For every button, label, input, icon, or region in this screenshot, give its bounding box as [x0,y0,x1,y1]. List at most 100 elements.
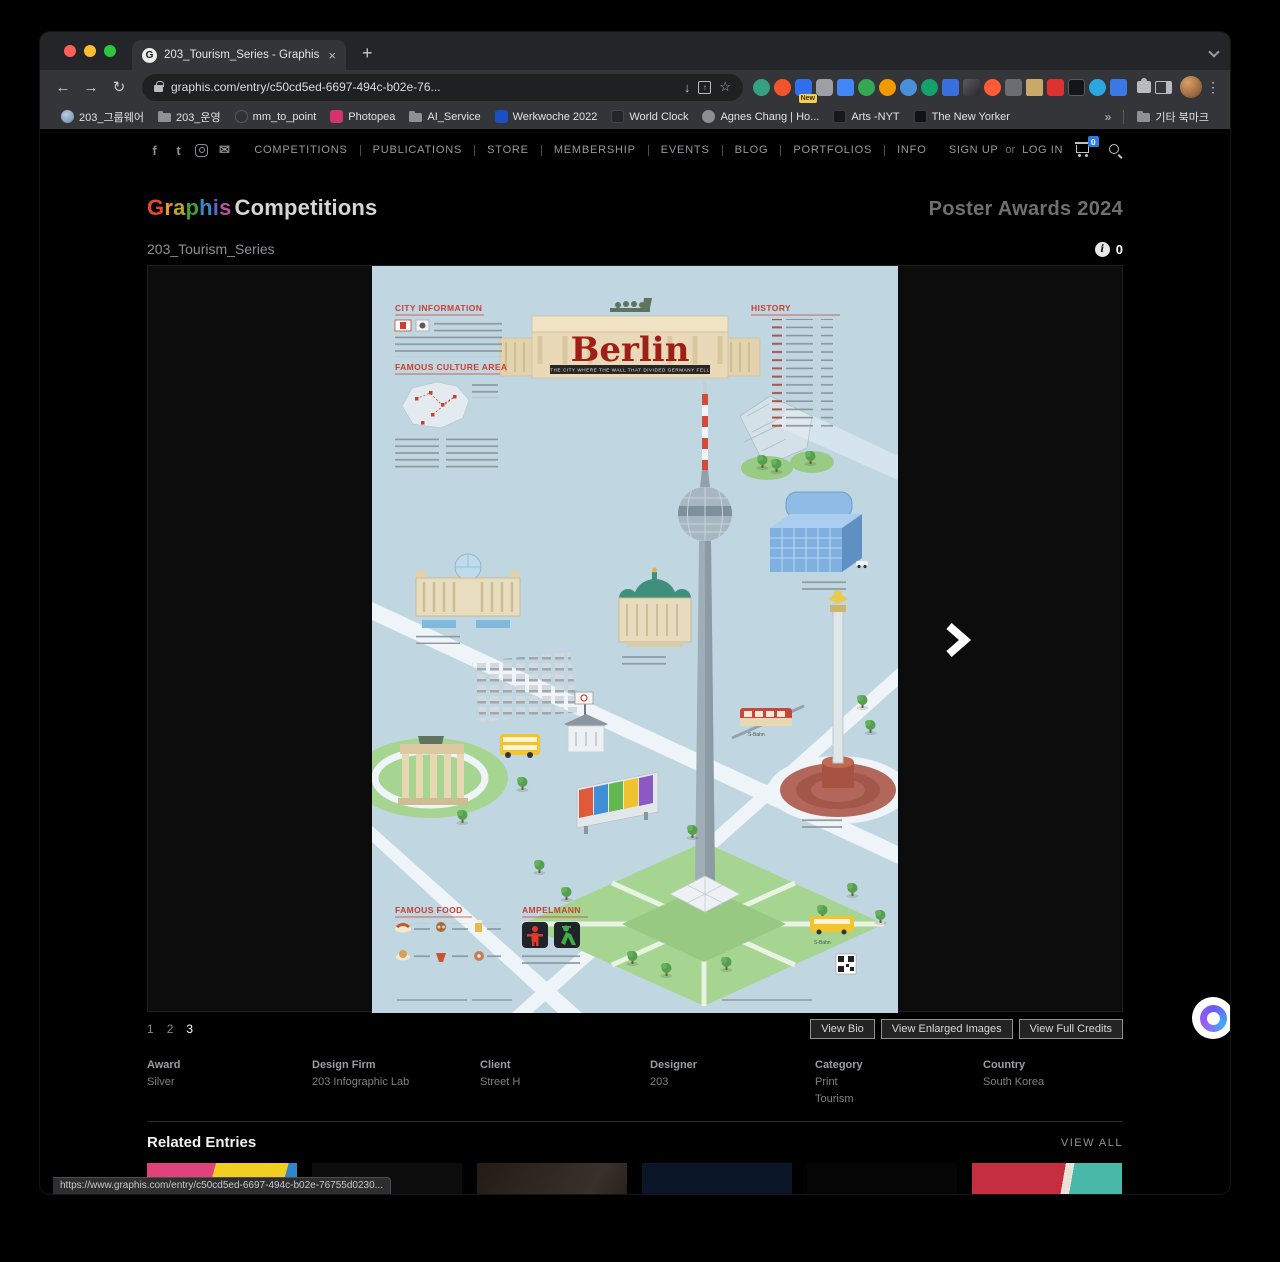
page-2[interactable]: 2 [167,1022,174,1036]
forward-button[interactable]: → [78,74,104,100]
poster-image[interactable]: Berlin THE CITY WHERE THE WALL THAT DIVI… [372,266,898,1013]
minimize-window-button[interactable] [84,45,96,57]
poster-stage: Berlin THE CITY WHERE THE WALL THAT DIVI… [147,265,1123,1013]
extension-icon-04[interactable] [816,78,833,96]
bookmark-item[interactable]: AI_Service [402,109,487,125]
page-1[interactable]: 1 [147,1022,154,1036]
bookmarks-overflow-chevron[interactable]: » [1099,110,1118,124]
facebook-icon[interactable]: f [147,143,162,158]
bookmark-item[interactable]: Agnes Chang | Ho... [695,108,826,125]
bookmark-label: 203_그룹웨어 [79,111,144,124]
extension-icon-18[interactable] [1110,78,1127,96]
tab-close-icon[interactable]: × [328,48,336,63]
nav-events[interactable]: EVENTS [649,144,723,156]
bookmark-item[interactable]: Werkwoche 2022 [488,108,605,125]
info-icon[interactable]: i [1094,241,1110,257]
browser-window: G 203_Tourism_Series - Graphis × + ← → ↻… [40,32,1230,1194]
new-tab-button[interactable]: + [362,43,373,64]
twitter-icon[interactable]: t [171,143,186,158]
bookmark-item[interactable]: mm_to_point [228,108,324,125]
nav-portfolios[interactable]: PORTFOLIOS [781,144,886,156]
close-window-button[interactable] [64,45,76,57]
bookmark-item[interactable]: Photopea [323,108,402,125]
nav-competitions[interactable]: COMPETITIONS [242,144,361,156]
address-bar[interactable]: graphis.com/entry/c50cd5ed-6697-494c-b02… [142,73,743,101]
graphis-logo[interactable]: Graphis Competitions [147,195,378,221]
related-entries-title: Related Entries [147,1134,257,1151]
extension-icon-17[interactable] [1089,78,1106,96]
view-all-link[interactable]: VIEW ALL [1061,1137,1123,1149]
extension-icon-13[interactable] [1005,78,1022,96]
related-thumb-4[interactable] [642,1163,792,1194]
bookmark-item[interactable]: 203_운영 [151,107,228,127]
folder-icon [409,110,423,122]
extension-icon-08[interactable] [900,78,917,96]
sidebar-toggle-icon[interactable] [1155,80,1172,94]
related-thumb-3[interactable] [477,1163,627,1194]
extension-icon-07[interactable] [879,78,896,96]
extensions-puzzle-icon[interactable] [1137,78,1151,93]
back-button[interactable]: ← [50,74,76,100]
poster-title: Berlin [571,330,690,370]
reload-button[interactable]: ↻ [106,74,132,100]
bookmark-item[interactable]: 203_그룹웨어 [54,107,151,127]
extension-icon-16[interactable] [1068,78,1085,96]
tab-search-chevron-icon[interactable] [1208,46,1220,58]
page-3-current[interactable]: 3 [186,1022,193,1036]
extension-icon-03[interactable]: New [795,78,817,103]
log-in-link[interactable]: LOG IN [1022,144,1063,156]
extension-icon-09[interactable] [921,78,938,96]
meta-value[interactable]: 203 [650,1074,815,1091]
memorial [472,652,578,722]
extension-icon-01[interactable] [753,78,770,96]
bookmark-other-folder[interactable]: 기타 북마크 [1130,107,1216,127]
nav-info[interactable]: INFO [885,144,938,156]
meta-value[interactable]: Print [815,1074,983,1091]
meta-value[interactable]: 203 Infographic Lab [312,1074,480,1091]
account-links: SIGN UP or LOG IN 0 [949,136,1123,158]
download-icon[interactable]: ↓ [684,80,691,95]
extension-icon-12[interactable] [984,78,1001,96]
traffic-lights [64,45,116,57]
view-enlarged-images-button[interactable]: View Enlarged Images [880,1019,1013,1039]
menu-kebab-icon[interactable]: ⋮ [1206,79,1220,96]
extension-icon-11[interactable] [963,78,980,96]
bookmark-item[interactable]: The New Yorker [907,108,1017,125]
zoom-window-button[interactable] [104,45,116,57]
meta-value[interactable]: Tourism [815,1091,983,1108]
chat-widget-button[interactable] [1192,997,1230,1039]
meta-label: Award [147,1059,181,1071]
logo-suffix: Competitions [234,195,378,220]
sign-up-link[interactable]: SIGN UP [949,144,998,156]
extension-icon-10[interactable] [942,78,959,96]
nav-membership[interactable]: MEMBERSHIP [542,144,649,156]
bookmark-star-icon[interactable]: ☆ [719,79,731,95]
share-icon[interactable]: ↑ [698,80,712,94]
profile-avatar[interactable] [1180,76,1202,98]
bookmark-item[interactable]: Arts -NYT [826,108,906,125]
nav-publications[interactable]: PUBLICATIONS [361,144,476,156]
meta-value[interactable]: South Korea [983,1074,1123,1091]
or-text: or [1005,144,1016,156]
meta-value[interactable]: Street H [480,1074,650,1091]
extension-icon-15[interactable] [1047,78,1064,96]
view-full-credits-button[interactable]: View Full Credits [1018,1019,1123,1039]
search-icon[interactable] [1107,142,1123,158]
view-bio-button[interactable]: View Bio [810,1019,875,1039]
nav-blog[interactable]: BLOG [723,144,782,156]
meta-award: Award Silver [147,1059,312,1107]
bookmark-item[interactable]: World Clock [604,108,695,125]
next-image-button[interactable] [944,622,972,658]
cart-button[interactable]: 0 [1075,136,1099,158]
extension-icon-02[interactable] [774,78,791,96]
instagram-icon[interactable] [195,143,208,157]
brand-row: Graphis Competitions Poster Awards 2024 [147,195,1123,221]
extension-icon-06[interactable] [858,78,875,96]
mail-icon[interactable]: ✉ [217,142,232,158]
related-thumb-6[interactable] [972,1163,1122,1194]
nav-store[interactable]: STORE [475,144,542,156]
related-thumb-5[interactable] [807,1163,957,1194]
extension-icon-05[interactable] [837,78,854,96]
extension-icon-14[interactable] [1026,78,1043,96]
browser-tab[interactable]: G 203_Tourism_Series - Graphis × [132,40,346,70]
